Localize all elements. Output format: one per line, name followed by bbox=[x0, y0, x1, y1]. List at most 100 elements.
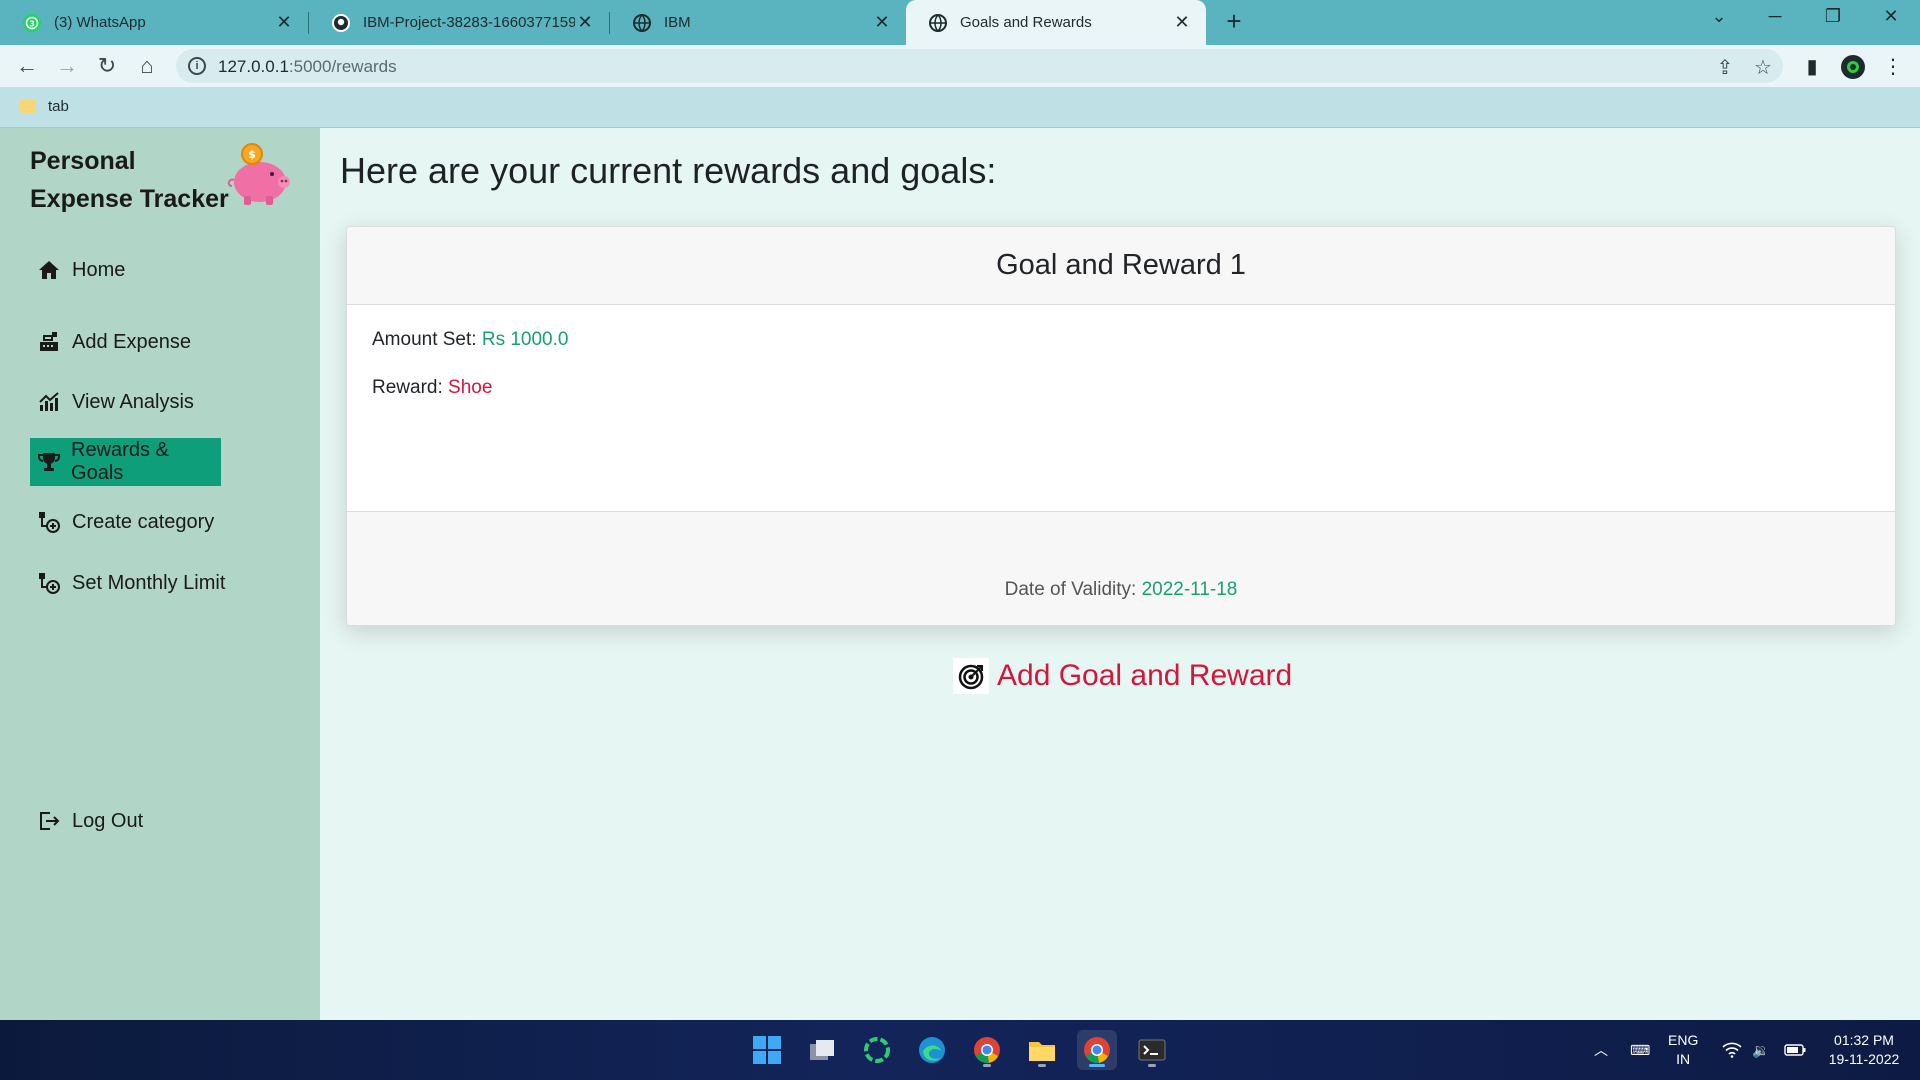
taskbar-app-sync[interactable] bbox=[857, 1030, 897, 1070]
trophy-icon bbox=[36, 449, 61, 475]
sidebar-item-label: Set Monthly Limit bbox=[72, 571, 226, 594]
clock-time: 01:32 PM bbox=[1834, 1032, 1894, 1048]
windows-taskbar: ︿ ⌨ ENG IN 🔉 01:32 PM 19-11-2022 bbox=[0, 1020, 1920, 1080]
add-goal-reward-label: Add Goal and Reward bbox=[997, 659, 1293, 692]
svg-text:3: 3 bbox=[29, 19, 35, 28]
tab-ibm[interactable]: IBM ✕ bbox=[610, 0, 906, 45]
forward-button[interactable]: → bbox=[53, 52, 81, 80]
taskbar-app-terminal[interactable] bbox=[1132, 1030, 1172, 1070]
tab-label: IBM bbox=[664, 14, 691, 31]
sidebar-item-label: Create category bbox=[72, 510, 215, 533]
browser-menu-icon[interactable]: ⋮ bbox=[1880, 54, 1906, 80]
terminal-icon bbox=[1138, 1039, 1166, 1061]
close-icon[interactable]: ✕ bbox=[274, 12, 294, 33]
running-indicator bbox=[1089, 1064, 1105, 1067]
reward-label: Reward: bbox=[372, 377, 443, 398]
taskbar-app-file-explorer[interactable] bbox=[1022, 1030, 1062, 1070]
sidebar-item-label: Log Out bbox=[72, 809, 144, 832]
share-icon[interactable]: ⇪ bbox=[1713, 55, 1737, 79]
bookmarks-bar: tab bbox=[0, 87, 1920, 128]
sync-circle-icon bbox=[864, 1037, 890, 1063]
restore-button[interactable]: ❐ bbox=[1810, 6, 1856, 36]
brand-line-2: Expense Tracker bbox=[30, 185, 229, 213]
home-icon bbox=[36, 257, 62, 283]
address-bar[interactable]: i 127.0.0.1:5000/rewards ⇪ ☆ bbox=[176, 49, 1783, 83]
edge-icon bbox=[919, 1037, 945, 1063]
brand-line-1: Personal bbox=[30, 147, 136, 175]
cash-register-icon bbox=[36, 329, 62, 355]
taskbar-app-chrome-profile[interactable] bbox=[967, 1030, 1007, 1070]
wifi-icon[interactable] bbox=[1722, 1020, 1742, 1080]
reward-value: Shoe bbox=[448, 377, 493, 398]
site-info-icon[interactable]: i bbox=[188, 57, 206, 75]
taskbar-app-chrome[interactable] bbox=[1077, 1030, 1117, 1070]
profile-avatar-icon bbox=[1841, 55, 1865, 79]
sidebar-item-home[interactable]: Home bbox=[30, 246, 125, 294]
reload-button[interactable]: ↻ bbox=[93, 52, 121, 80]
globe-icon bbox=[929, 13, 947, 32]
keyboard-icon[interactable]: ⌨ bbox=[1630, 1020, 1650, 1080]
piggy-bank-icon: $ bbox=[227, 143, 290, 205]
start-button[interactable] bbox=[747, 1030, 787, 1070]
language-indicator[interactable]: ENG IN bbox=[1668, 1020, 1698, 1080]
profile-avatar[interactable] bbox=[1840, 54, 1866, 80]
url-host: 127.0.0.1 bbox=[218, 57, 289, 76]
battery-icon[interactable] bbox=[1784, 1020, 1806, 1080]
tab-github[interactable]: IBM-Project-38283-1660377159/ ✕ bbox=[309, 0, 609, 45]
close-icon[interactable]: ✕ bbox=[1172, 12, 1192, 33]
task-view-button[interactable] bbox=[802, 1030, 842, 1070]
back-button[interactable]: ← bbox=[13, 52, 41, 80]
clock-date: 19-11-2022 bbox=[1828, 1051, 1900, 1067]
browser-toolbar: ← → ↻ ⌂ i 127.0.0.1:5000/rewards ⇪ ☆ ▮ ⋮ bbox=[0, 45, 1920, 87]
chevron-up-icon: ︿ bbox=[1594, 1042, 1608, 1058]
amount-set-row: Amount Set: Rs 1000.0 bbox=[372, 329, 1870, 351]
bookmark-tab[interactable]: tab bbox=[48, 98, 69, 115]
validity-label: Date of Validity: bbox=[1004, 579, 1137, 600]
card-body: Amount Set: Rs 1000.0 Reward: Shoe bbox=[347, 305, 1895, 511]
svg-text:$: $ bbox=[248, 148, 256, 161]
task-view-icon bbox=[810, 1040, 834, 1060]
running-indicator bbox=[1038, 1064, 1046, 1067]
sidebar-item-label: Rewards & Goals bbox=[71, 439, 169, 484]
windows-logo-icon bbox=[753, 1036, 781, 1064]
sidebar-item-view-analysis[interactable]: View Analysis bbox=[30, 378, 194, 426]
main-content: Here are your current rewards and goals:… bbox=[320, 128, 1920, 1020]
tab-whatsapp[interactable]: 3 (3) WhatsApp ✕ bbox=[0, 0, 308, 45]
url-text[interactable]: 127.0.0.1:5000/rewards bbox=[218, 57, 397, 77]
sidebar-item-create-category[interactable]: Create category bbox=[30, 498, 214, 546]
side-panel-icon[interactable]: ▮ bbox=[1799, 54, 1825, 80]
sidebar-item-add-expense[interactable]: Add Expense bbox=[30, 318, 191, 366]
limit-add-icon bbox=[36, 570, 62, 596]
add-goal-reward-link[interactable]: Add Goal and Reward bbox=[953, 658, 1292, 694]
close-window-button[interactable]: ✕ bbox=[1868, 6, 1914, 36]
taskbar-app-edge[interactable] bbox=[912, 1030, 952, 1070]
card-header: Goal and Reward 1 bbox=[347, 227, 1895, 305]
minimize-button[interactable]: ─ bbox=[1752, 6, 1798, 36]
tab-label: IBM-Project-38283-1660377159/ bbox=[363, 14, 575, 31]
language-code: ENG bbox=[1668, 1032, 1699, 1048]
running-indicator bbox=[1148, 1064, 1156, 1067]
home-button[interactable]: ⌂ bbox=[133, 52, 161, 80]
bookmark-star-icon[interactable]: ☆ bbox=[1751, 55, 1775, 79]
validity-value: 2022-11-18 bbox=[1141, 579, 1238, 600]
close-icon[interactable]: ✕ bbox=[575, 12, 595, 33]
chrome-icon bbox=[1084, 1037, 1110, 1064]
url-path: :5000/rewards bbox=[288, 57, 397, 76]
validity-row: Date of Validity: 2022-11-18 bbox=[347, 579, 1895, 601]
tab-goals-and-rewards[interactable]: Goals and Rewards ✕ bbox=[906, 0, 1206, 45]
sidebar-item-set-monthly-limit[interactable]: Set Monthly Limit bbox=[30, 559, 225, 607]
language-region: IN bbox=[1676, 1051, 1691, 1067]
show-hidden-icons[interactable]: ︿ bbox=[1594, 1020, 1608, 1080]
sidebar: Personal Expense Tracker $ Home Add Expe… bbox=[0, 128, 320, 1020]
close-icon[interactable]: ✕ bbox=[872, 12, 892, 33]
sidebar-item-rewards-goals[interactable]: Rewards & Goals bbox=[30, 438, 221, 486]
github-icon bbox=[332, 13, 350, 32]
target-icon bbox=[953, 658, 989, 694]
sidebar-item-logout[interactable]: Log Out bbox=[30, 797, 143, 845]
clock[interactable]: 01:32 PM 19-11-2022 bbox=[1818, 1020, 1910, 1080]
volume-icon[interactable]: 🔉 bbox=[1752, 1020, 1769, 1080]
tab-search-button[interactable]: ⌄ bbox=[1696, 6, 1742, 36]
folder-icon bbox=[20, 99, 36, 113]
running-indicator bbox=[983, 1064, 991, 1067]
new-tab-button[interactable]: + bbox=[1220, 8, 1248, 36]
